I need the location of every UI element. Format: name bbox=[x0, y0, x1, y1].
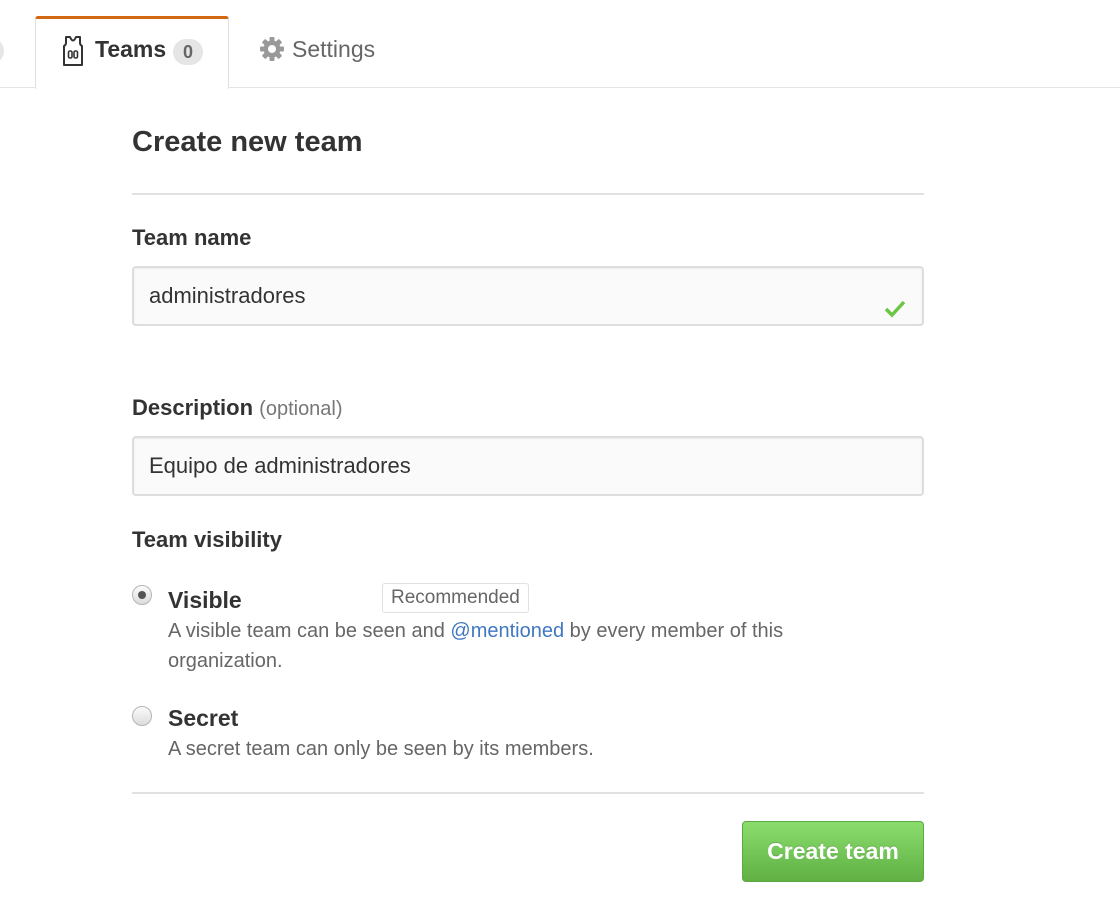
team-name-label: Team name bbox=[132, 225, 252, 250]
visible-option-description: A visible team can be seen and @mentione… bbox=[168, 616, 868, 676]
tab-bar: Teams 0 Settings bbox=[0, 0, 1120, 89]
team-visibility-label: Team visibility bbox=[132, 527, 282, 552]
description-label: Description (optional) bbox=[132, 395, 343, 421]
description-label-text: Description bbox=[132, 395, 254, 420]
teams-count-badge: 0 bbox=[173, 39, 203, 65]
gear-icon bbox=[259, 36, 285, 62]
secret-option-title[interactable]: Secret bbox=[168, 705, 238, 732]
description-value: Equipo de administradores bbox=[149, 453, 411, 478]
tab-settings-label: Settings bbox=[292, 36, 376, 62]
page-title: Create new team bbox=[132, 126, 363, 158]
divider bbox=[132, 792, 924, 794]
secret-radio[interactable] bbox=[132, 706, 152, 726]
tab-previous-counter[interactable] bbox=[0, 38, 4, 64]
visible-option-title[interactable]: Visible bbox=[168, 587, 242, 614]
team-name-value: administradores bbox=[149, 283, 306, 308]
optional-note: (optional) bbox=[259, 398, 343, 420]
team-name-input[interactable]: administradores bbox=[132, 266, 924, 326]
description-input[interactable]: Equipo de administradores bbox=[132, 436, 924, 496]
visible-radio[interactable] bbox=[132, 585, 152, 605]
recommended-badge: Recommended bbox=[382, 583, 529, 613]
divider bbox=[132, 193, 924, 195]
secret-option-description: A secret team can only be seen by its me… bbox=[168, 738, 594, 760]
visible-desc-before: A visible team can be seen and bbox=[168, 620, 451, 642]
create-team-button[interactable]: Create team bbox=[742, 821, 924, 882]
tab-teams[interactable]: Teams 0 bbox=[35, 16, 229, 89]
jersey-icon bbox=[61, 35, 85, 67]
mention-link[interactable]: @mentioned bbox=[450, 620, 564, 642]
check-icon bbox=[884, 285, 906, 318]
tab-teams-label: Teams bbox=[95, 36, 167, 62]
